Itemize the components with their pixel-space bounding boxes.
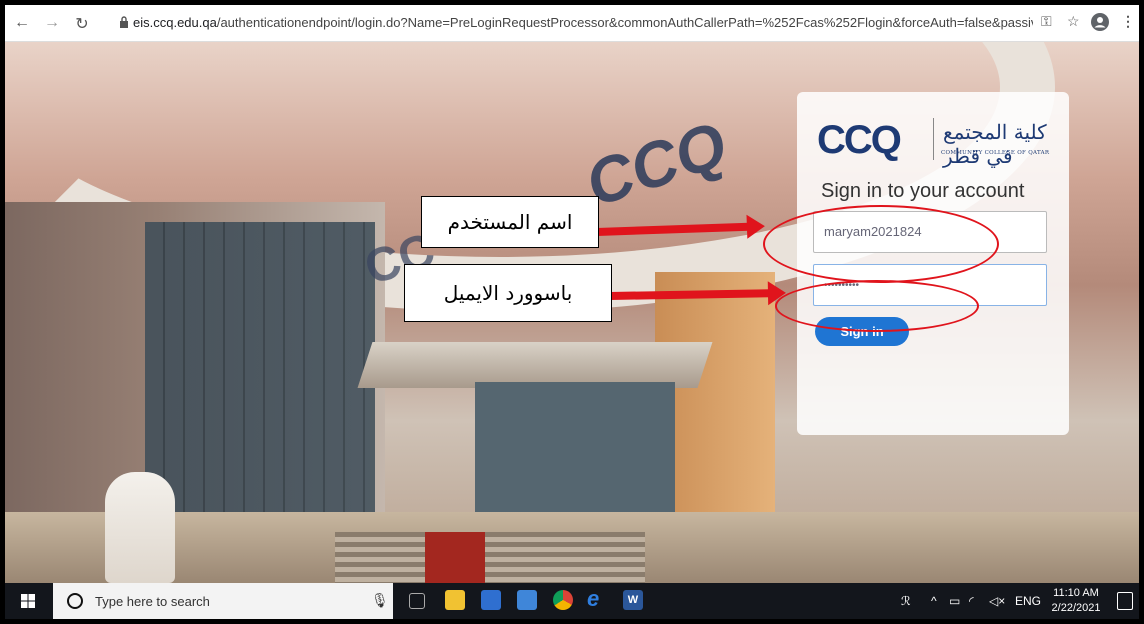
logo-english-text: COMMUNITY COLLEGE OF QATAR [941,150,1050,156]
key-icon[interactable]: ⚿ [1041,13,1052,30]
lock-icon [120,16,128,28]
windows-start-icon[interactable] [21,594,35,608]
arrow-right-icon[interactable]: → [43,14,61,32]
password-note: باسوورد الايميل [404,264,612,322]
language-indicator[interactable]: ENG [1015,594,1041,608]
password-highlight-ellipse [775,280,979,332]
arrow-left-icon[interactable]: ← [13,14,31,32]
url-text: eis.ccq.edu.qa/authenticationendpoint/lo… [133,15,1033,30]
profile-icon[interactable] [1091,13,1109,31]
tray-chevron-icon[interactable]: ^ [931,594,937,608]
url-host: eis.ccq.edu.qa [133,15,217,30]
star-icon[interactable]: ☆ [1067,13,1080,30]
logo-ccq-text: CCQ [817,118,902,162]
browser-toolbar: ← → ↻ eis.ccq.edu.qa/authenticationendpo… [5,5,1139,42]
volume-muted-icon[interactable]: ◁× [989,594,1005,608]
background-carpet [425,532,485,583]
taskbar-search-box[interactable]: Type here to search 🎙 [53,583,393,619]
taskbar-clock[interactable]: 11:10 AM 2/22/2021 [1045,586,1107,616]
username-note: اسم المستخدم [421,196,599,248]
wifi-icon[interactable]: ◜ [969,594,974,608]
taskbar-search-placeholder: Type here to search [95,594,210,609]
background-fountain [105,472,175,583]
url-path: /authenticationendpoint/login.do?Name=Pr… [216,15,1033,30]
clock-date: 2/22/2021 [1051,602,1101,614]
ccq-logo: CCQ كلية المجتمع في قطر COMMUNITY COLLEG… [815,114,1055,168]
clock-time: 11:10 AM [1053,587,1099,599]
cortana-icon [67,593,83,609]
mail-icon[interactable] [517,590,537,610]
microphone-icon[interactable]: 🎙 [371,592,389,609]
logo-arabic-text: كلية المجتمع في قطر [943,120,1047,168]
chrome-icon[interactable] [553,590,573,610]
username-highlight-ellipse [763,205,999,283]
task-view-icon[interactable] [409,593,425,609]
edge-icon[interactable]: e [587,586,607,611]
kebab-menu-icon[interactable]: ⋮ [1121,13,1135,30]
background-entrance [475,382,675,532]
store-icon[interactable] [481,590,501,610]
word-icon[interactable]: W [623,590,643,610]
signin-title: Sign in to your account [821,180,1025,202]
file-explorer-icon[interactable] [445,590,465,610]
background-glass-wall [145,222,375,542]
background-steps [335,532,645,583]
notification-icon[interactable] [1117,592,1133,610]
login-page: CCQ CC CCQ كلية المجتمع في قطر COMMUNITY… [5,42,1139,583]
logo-divider [933,118,934,160]
reload-icon[interactable]: ↻ [73,14,91,34]
windows-taskbar: Type here to search 🎙 e W ℛ ^ ▭ ◜ ◁× ENG… [5,583,1139,619]
battery-icon[interactable]: ▭ [949,594,960,608]
people-icon[interactable]: ℛ [901,594,911,608]
screen: ← → ↻ eis.ccq.edu.qa/authenticationendpo… [5,5,1139,619]
address-bar[interactable]: eis.ccq.edu.qa/authenticationendpoint/lo… [111,11,1033,35]
